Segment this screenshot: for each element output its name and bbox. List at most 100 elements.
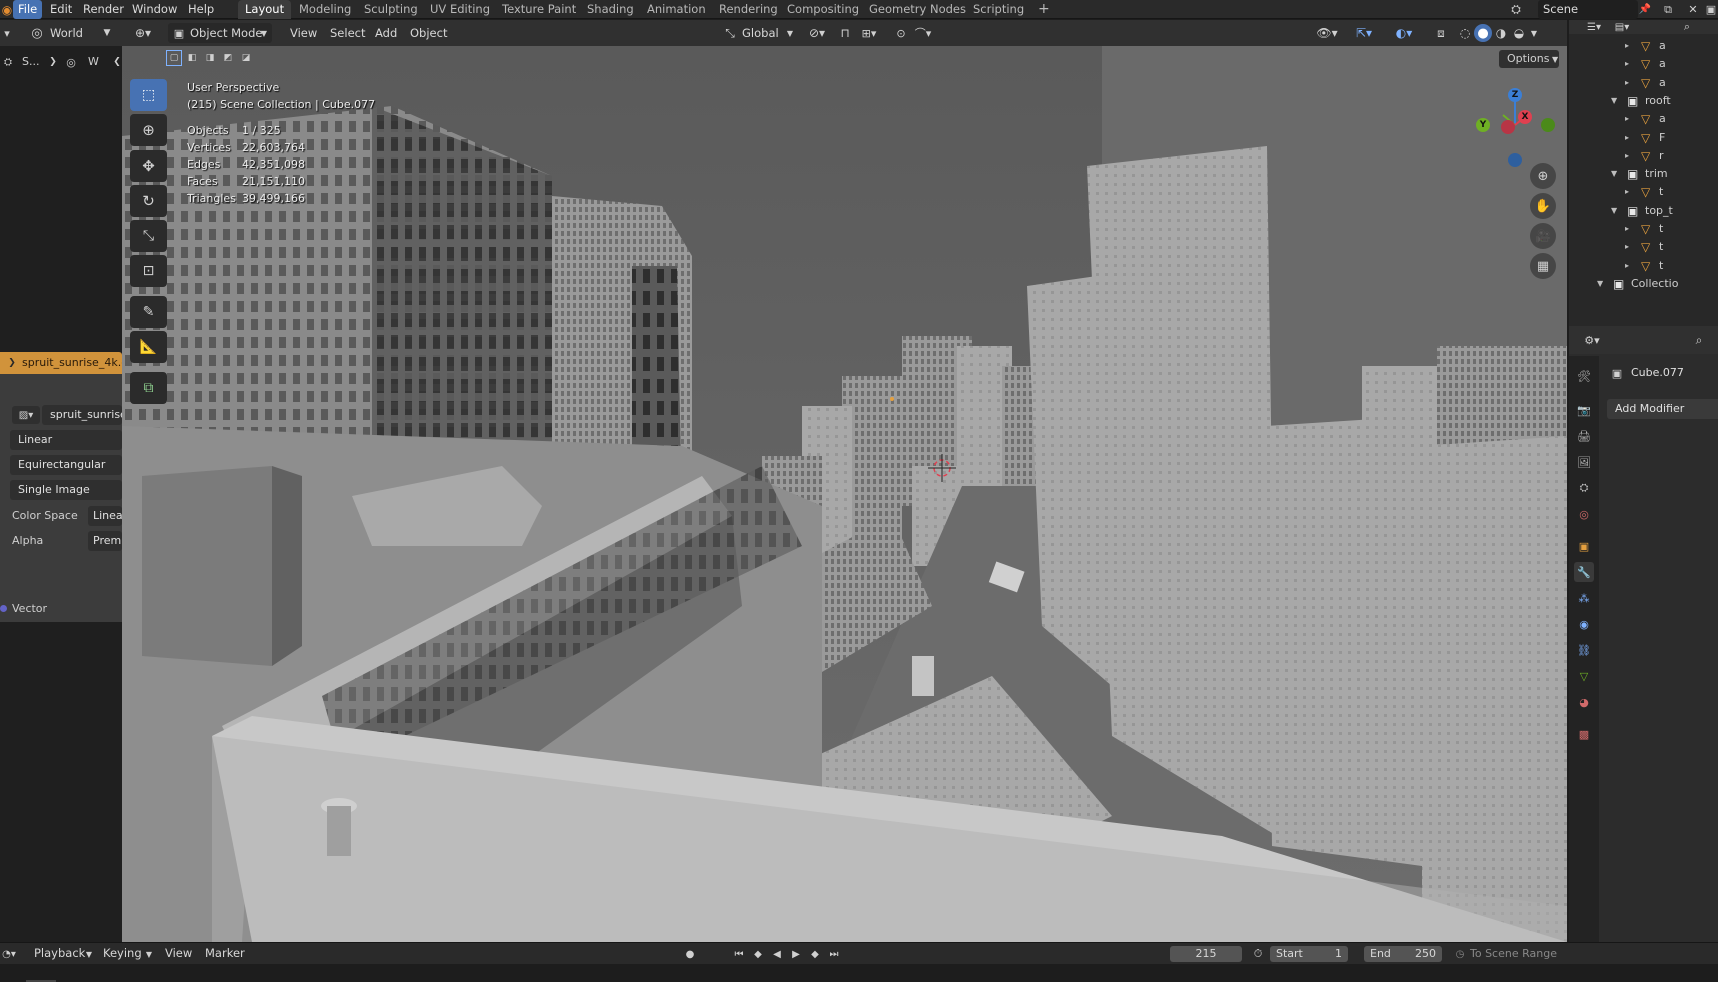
projection-select[interactable]: Equirectangular bbox=[10, 455, 122, 475]
rendered-shading-icon[interactable]: ◒ bbox=[1510, 24, 1528, 42]
menu-file[interactable]: File bbox=[13, 0, 43, 19]
chevron-down-icon[interactable]: ▼ bbox=[784, 24, 796, 42]
collapse-arrow-icon[interactable]: ▸ bbox=[1625, 55, 1629, 73]
editor-type-icon[interactable]: ☰▾ bbox=[1583, 20, 1605, 34]
visibility-icon[interactable]: 👁▾ bbox=[1314, 24, 1340, 42]
stopwatch-icon[interactable]: ⏱ bbox=[1250, 946, 1266, 962]
add-workspace-button[interactable]: + bbox=[1031, 0, 1057, 19]
collapse-arrow-icon[interactable]: ▸ bbox=[1625, 183, 1629, 201]
outliner-row[interactable]: ▼ ▣ Collectio bbox=[1569, 275, 1718, 293]
play-reverse-icon[interactable]: ◀ bbox=[769, 946, 785, 962]
chevron-down-icon[interactable]: ▼ bbox=[84, 946, 94, 962]
breadcrumb-world[interactable]: W bbox=[88, 55, 99, 68]
annotate-tool[interactable]: ✎ bbox=[130, 296, 167, 328]
collapse-arrow-icon[interactable]: ▸ bbox=[1625, 238, 1629, 256]
outliner-row[interactable]: ▸ ▽ t bbox=[1569, 183, 1718, 201]
select-new-icon[interactable]: ▢ bbox=[166, 50, 182, 66]
solid-shading-icon[interactable]: ● bbox=[1474, 24, 1492, 42]
snap-icon[interactable]: ⊓ bbox=[836, 24, 854, 42]
color-space-select[interactable]: Linea bbox=[88, 506, 122, 526]
tab-rendering[interactable]: Rendering bbox=[712, 0, 785, 19]
collapse-arrow-icon[interactable]: ▸ bbox=[1625, 257, 1629, 275]
collapse-arrow-icon[interactable]: ▸ bbox=[1625, 220, 1629, 238]
scene-icon[interactable]: ⛭ bbox=[1508, 2, 1524, 17]
gizmo-y-axis[interactable]: Y bbox=[1476, 118, 1490, 132]
menu-view[interactable]: View bbox=[290, 22, 317, 44]
breadcrumb-scene[interactable]: S... bbox=[22, 55, 39, 68]
menu-view[interactable]: View bbox=[165, 943, 192, 963]
camera-view-button[interactable]: 🎥 bbox=[1530, 223, 1556, 249]
pin-icon[interactable]: 📌 bbox=[1638, 2, 1652, 17]
wireframe-shading-icon[interactable]: ◌ bbox=[1456, 24, 1474, 42]
transform-orientation-icon[interactable]: ⤡ bbox=[722, 24, 738, 42]
tab-texture-paint[interactable]: Texture Paint bbox=[495, 0, 583, 19]
menu-object[interactable]: Object bbox=[410, 22, 447, 44]
chevron-down-icon[interactable]: ▼ bbox=[144, 946, 154, 962]
editor-type-icon[interactable]: ⊕▾ bbox=[130, 24, 156, 42]
overlay-toggle-icon[interactable]: ◐▾ bbox=[1390, 24, 1418, 42]
tab-animation[interactable]: Animation bbox=[640, 0, 713, 19]
select-subtract-icon[interactable]: ◨ bbox=[202, 50, 218, 66]
delete-scene-icon[interactable]: ✕ bbox=[1685, 2, 1701, 17]
tab-layout[interactable]: Layout bbox=[238, 0, 292, 19]
menu-window[interactable]: Window bbox=[127, 0, 182, 19]
tab-uv-editing[interactable]: UV Editing bbox=[423, 0, 497, 19]
tab-modeling[interactable]: Modeling bbox=[292, 0, 358, 19]
vector-socket[interactable] bbox=[0, 605, 7, 612]
play-icon[interactable]: ▶ bbox=[788, 946, 804, 962]
add-modifier-button[interactable]: Add Modifier bbox=[1607, 399, 1718, 419]
select-invert-icon[interactable]: ◩ bbox=[220, 50, 236, 66]
3d-viewport[interactable]: ▢ ◧ ◨ ◩ ◪ Options ▼ ⬚ ⊕ ✥ ↻ ⤡ ⊡ ✎ 📐 ⧉ Us… bbox=[122, 46, 1567, 942]
editor-type-icon[interactable]: ◔▾ bbox=[0, 946, 18, 962]
image-browse-button[interactable]: ▨▾ bbox=[12, 406, 40, 424]
render-tab-icon[interactable]: 📷 bbox=[1574, 400, 1594, 420]
expand-arrow-icon[interactable]: ▼ bbox=[1611, 202, 1617, 220]
data-tab-icon[interactable]: ▽ bbox=[1574, 666, 1594, 686]
gizmo-neg-x-axis[interactable] bbox=[1501, 120, 1515, 134]
jump-start-icon[interactable]: ⏮ bbox=[731, 946, 747, 962]
search-icon[interactable]: ⌕ bbox=[1691, 332, 1707, 348]
select-intersect-icon[interactable]: ◪ bbox=[238, 50, 254, 66]
collapse-arrow-icon[interactable]: ▸ bbox=[1625, 74, 1629, 92]
pan-button[interactable]: ✋ bbox=[1530, 193, 1556, 219]
tab-sculpting[interactable]: Sculpting bbox=[357, 0, 425, 19]
current-frame-field[interactable]: 215 bbox=[1170, 946, 1242, 962]
blender-logo-icon[interactable]: ◉ bbox=[0, 2, 14, 17]
search-icon[interactable]: ⌕ bbox=[1679, 20, 1695, 34]
snap-target-icon[interactable]: ⊞▾ bbox=[858, 24, 880, 42]
menu-playback[interactable]: Playback bbox=[34, 943, 85, 963]
alpha-select[interactable]: Prem bbox=[88, 531, 122, 551]
outliner-row[interactable]: ▸ ▽ r bbox=[1569, 147, 1718, 165]
display-mode-icon[interactable]: ▤▾ bbox=[1611, 20, 1633, 34]
constraints-tab-icon[interactable]: ⛓ bbox=[1574, 640, 1594, 660]
transform-orientation-selector[interactable]: Global bbox=[742, 22, 779, 44]
tab-shading[interactable]: Shading bbox=[580, 0, 641, 19]
tab-compositing[interactable]: Compositing bbox=[780, 0, 866, 19]
outliner-row[interactable]: ▸ ▽ t bbox=[1569, 257, 1718, 275]
measure-tool[interactable]: 📐 bbox=[130, 331, 167, 363]
collapse-arrow-icon[interactable]: ▸ bbox=[1625, 147, 1629, 165]
outliner-row[interactable]: ▸ ▽ t bbox=[1569, 220, 1718, 238]
gizmo-z-axis[interactable]: Z bbox=[1508, 88, 1522, 102]
expand-arrow-icon[interactable]: ▼ bbox=[1597, 275, 1603, 293]
menu-keying[interactable]: Keying bbox=[103, 943, 142, 963]
end-frame-field[interactable]: End 250 bbox=[1364, 946, 1442, 962]
outliner-row[interactable]: ▼ ▣ rooft bbox=[1569, 92, 1718, 110]
menu-edit[interactable]: Edit bbox=[45, 0, 77, 19]
menu-select[interactable]: Select bbox=[330, 22, 365, 44]
outliner-row[interactable]: ▸ ▽ F bbox=[1569, 129, 1718, 147]
outliner-row[interactable]: ▼ ▣ trim bbox=[1569, 165, 1718, 183]
tool-tab-icon[interactable]: 🛠 bbox=[1574, 366, 1594, 386]
options-dropdown[interactable]: Options ▼ bbox=[1499, 50, 1559, 68]
outliner-row[interactable]: ▼ ▣ top_t bbox=[1569, 202, 1718, 220]
tab-geometry-nodes[interactable]: Geometry Nodes bbox=[862, 0, 973, 19]
outliner-row[interactable]: ▸ ▽ a bbox=[1569, 110, 1718, 128]
tab-scripting[interactable]: Scripting bbox=[966, 0, 1031, 19]
next-keyframe-icon[interactable]: ◆ bbox=[807, 946, 823, 962]
world-tab-icon[interactable]: ◎ bbox=[1574, 504, 1594, 524]
gizmo-toggle-icon[interactable]: ⇱▾ bbox=[1350, 24, 1378, 42]
editor-type-icon[interactable]: ▾ bbox=[0, 24, 14, 42]
scene-selector[interactable]: Scene bbox=[1538, 0, 1638, 19]
xray-toggle-icon[interactable]: ⧈ bbox=[1432, 24, 1450, 42]
active-object-origin[interactable] bbox=[890, 397, 894, 401]
